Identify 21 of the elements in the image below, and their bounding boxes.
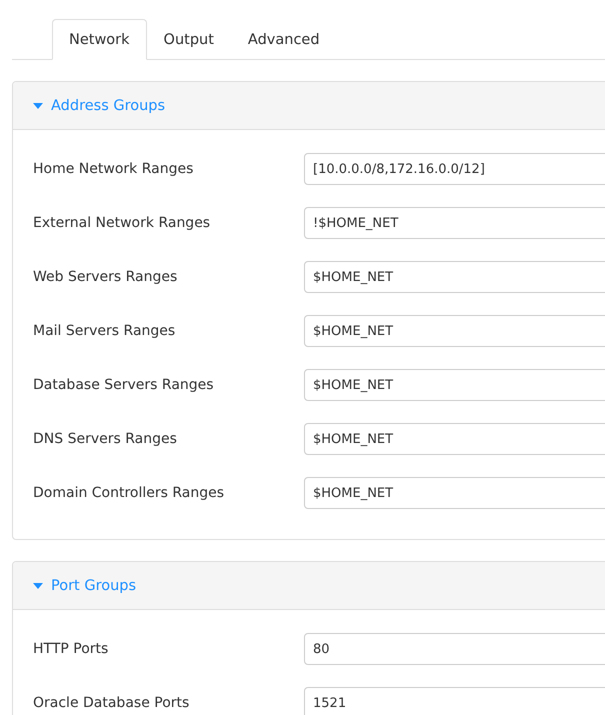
input-field[interactable]: [10.0.0.0/8,172.16.0.0/12] (304, 153, 605, 185)
input-field[interactable]: 1521 (304, 687, 605, 715)
field-label: Oracle Database Ports (32, 695, 190, 711)
field-label: External Network Ranges (32, 215, 212, 231)
field-label: Database Servers Ranges (32, 377, 215, 393)
input-field[interactable]: $HOME_NET (304, 477, 605, 509)
tab[interactable]: Output (146, 19, 231, 60)
input-field[interactable]: $HOME_NET (304, 315, 605, 347)
field-label: Home Network Ranges (32, 161, 194, 177)
tab[interactable]: Advanced (230, 19, 337, 60)
tab[interactable]: Network (52, 19, 147, 60)
field-label: Domain Controllers Ranges (32, 485, 226, 501)
input-field[interactable]: $HOME_NET (304, 369, 605, 401)
input-field[interactable]: 80 (304, 633, 605, 665)
field-label: HTTP Ports (32, 641, 110, 657)
field-label: DNS Servers Ranges (32, 431, 178, 447)
field-label: Web Servers Ranges (32, 269, 178, 285)
input-field[interactable]: $HOME_NET (304, 423, 605, 455)
input-field[interactable]: !$HOME_NET (304, 207, 605, 239)
field-label: Mail Servers Ranges (32, 323, 176, 339)
input-field[interactable]: $HOME_NET (304, 261, 605, 293)
